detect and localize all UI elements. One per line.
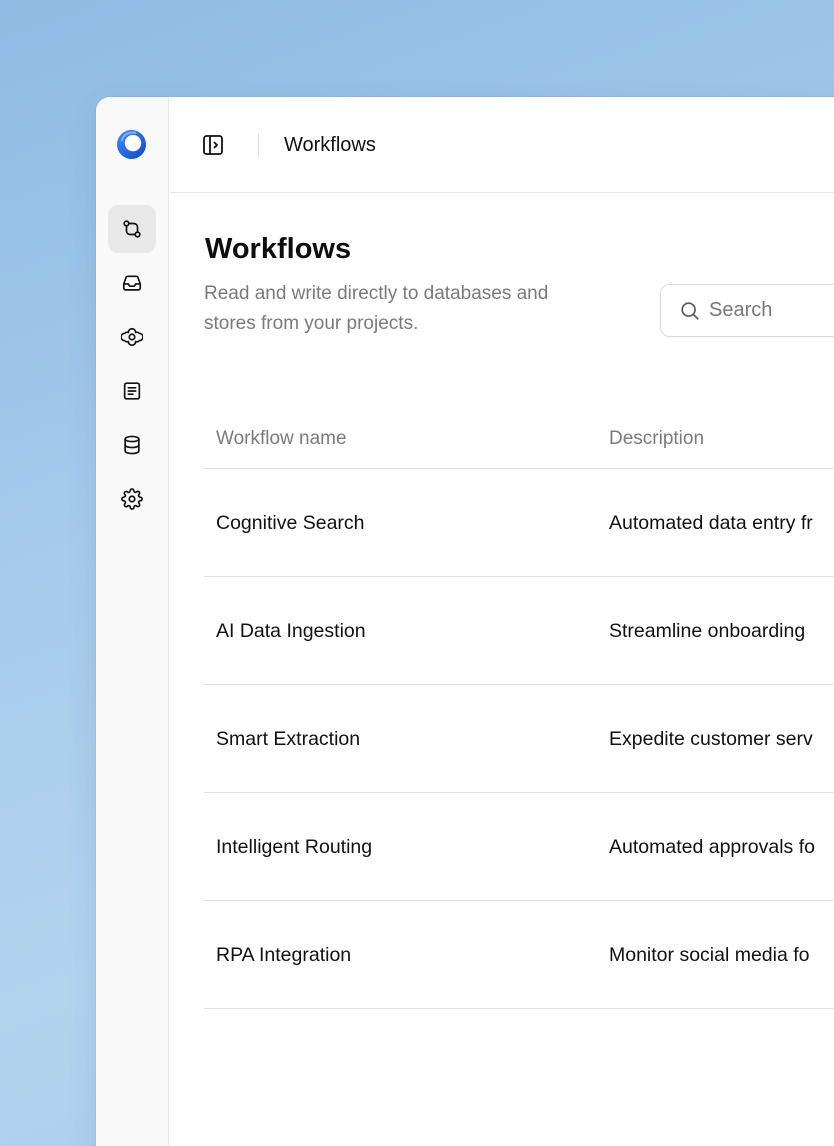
table-row[interactable]: RPA Integration Monitor social media fo — [204, 901, 834, 1009]
workflow-name-cell: Cognitive Search — [216, 512, 365, 534]
document-icon — [123, 382, 141, 400]
app-window: Workflows Workflows Read and write direc… — [96, 97, 834, 1146]
search-box[interactable] — [660, 284, 834, 337]
column-header-workflow-name[interactable]: Workflow name — [216, 428, 347, 450]
workflow-name-cell: Intelligent Routing — [216, 836, 373, 858]
main-content: Workflows Workflows Read and write direc… — [170, 97, 834, 1146]
table-row[interactable]: Smart Extraction Expedite customer serv — [204, 685, 834, 793]
workflow-description-cell: Automated approvals fo — [609, 836, 815, 858]
search-icon — [681, 301, 699, 320]
workflow-description-cell: Monitor social media fo — [609, 944, 810, 966]
workflow-name-cell: RPA Integration — [216, 944, 352, 966]
topbar-divider — [258, 133, 259, 157]
workflow-description-cell: Streamline onboarding — [609, 620, 806, 642]
sidebar-item-ai[interactable] — [108, 313, 156, 361]
workflow-description-cell: Automated data entry fr — [609, 512, 813, 534]
topbar: Workflows — [170, 97, 834, 193]
table-header: Workflow name Description — [204, 410, 834, 469]
database-icon — [124, 435, 140, 455]
page-description: Read and write directly to databases and… — [204, 283, 549, 334]
sidebar-item-documents[interactable] — [108, 367, 156, 415]
column-header-description[interactable]: Description — [609, 428, 704, 450]
gear-icon — [121, 488, 143, 510]
page-title: Workflows — [205, 233, 352, 265]
git-compare-icon — [123, 220, 141, 238]
sidebar — [96, 97, 169, 1146]
breadcrumb: Workflows — [284, 134, 376, 156]
table-row[interactable]: Intelligent Routing Automated approvals … — [204, 793, 834, 901]
sidebar-item-database[interactable] — [108, 421, 156, 469]
table-row[interactable]: AI Data Ingestion Streamline onboarding — [204, 577, 834, 685]
search-input[interactable] — [709, 299, 834, 322]
sidebar-toggle-button[interactable] — [200, 132, 226, 158]
panel-toggle-icon — [203, 135, 223, 155]
sidebar-item-workflows[interactable] — [108, 205, 156, 253]
inbox-icon — [122, 275, 142, 291]
workflow-name-cell: AI Data Ingestion — [216, 620, 366, 642]
workflow-name-cell: Smart Extraction — [216, 728, 361, 750]
workflow-description-cell: Expedite customer serv — [609, 728, 813, 750]
sidebar-item-inbox[interactable] — [108, 259, 156, 307]
table-row[interactable]: Cognitive Search Automated data entry fr — [204, 469, 834, 577]
logo-icon[interactable] — [116, 129, 147, 160]
workflows-table: Workflow name Description Cognitive Sear… — [204, 410, 834, 1009]
ai-icon — [121, 327, 143, 347]
sidebar-item-settings[interactable] — [108, 475, 156, 523]
